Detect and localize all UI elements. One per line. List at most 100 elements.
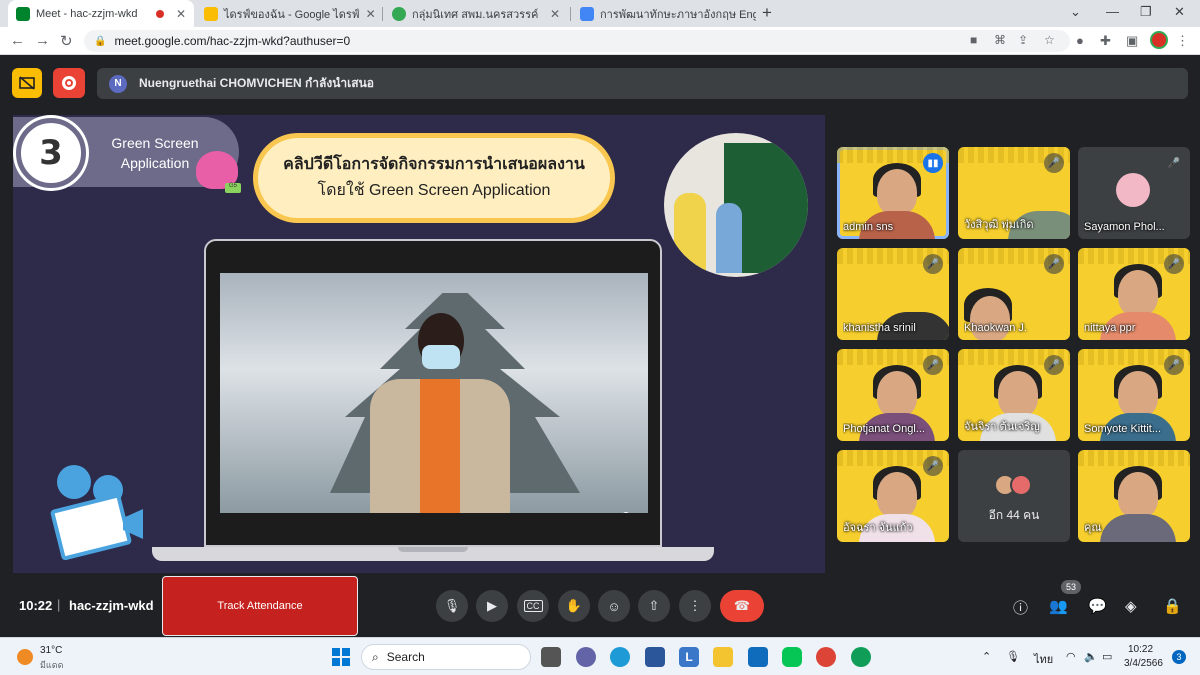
participant-tile[interactable]: ▮▮ admin sns (837, 147, 949, 239)
menu-kebab-icon[interactable]: ⋮ (1176, 33, 1189, 49)
l-app-icon[interactable]: L (679, 647, 699, 667)
more-participants-tile[interactable]: อีก 44 คน (958, 450, 1070, 542)
close-tab-icon[interactable]: ✕ (366, 7, 376, 21)
participant-name: Khaokwan J. (964, 322, 1027, 334)
task-view-icon[interactable] (541, 647, 561, 667)
taskbar-search[interactable]: ⌕ Search (361, 644, 531, 670)
participant-name: Sayamon Phol... (1084, 221, 1165, 233)
back-icon[interactable]: ← (10, 32, 25, 49)
participant-name: จันจิรา ต้นเจริญ (964, 421, 1040, 433)
reactions-button[interactable]: ☺ (598, 590, 630, 622)
address-bar[interactable]: 🔒 meet.google.com/hac-zzjm-wkd?authuser=… (84, 30, 1070, 52)
microphone-button[interactable]: 🎙 (436, 590, 468, 622)
teams-chat-icon[interactable] (576, 647, 596, 667)
clock-date[interactable]: 3/4/2566 (1124, 658, 1163, 669)
participant-name: nittaya ppr (1084, 322, 1136, 334)
host-controls-icon[interactable]: 🔒 (1163, 597, 1182, 615)
battery-icon[interactable]: ▭ (1102, 650, 1112, 663)
profile-icon[interactable] (1150, 31, 1168, 49)
close-window-icon[interactable]: ✕ (1174, 4, 1185, 20)
file-explorer-icon[interactable] (713, 647, 733, 667)
windows-taskbar: 31°C มีแดด ⌕ Search L ⌃ 🎙 ไทย ◠ 🔈 ▭ 10:2… (0, 637, 1200, 675)
sun-icon[interactable] (17, 649, 33, 665)
show-hidden-icons-icon[interactable]: ⌃ (982, 650, 991, 663)
restore-icon[interactable]: ❐ (1140, 4, 1152, 20)
new-tab-icon[interactable]: + (762, 3, 772, 23)
reload-icon[interactable]: ↻ (60, 32, 73, 50)
start-icon[interactable] (332, 648, 350, 666)
microphone-icon: 🎙 (443, 598, 461, 613)
weather-temperature[interactable]: 31°C (40, 645, 62, 656)
minimize-icon[interactable]: — (1106, 4, 1119, 19)
participant-name: วังสิวุฒิ พุ่มเกิด (964, 219, 1034, 231)
notification-badge[interactable]: 3 (1172, 650, 1186, 664)
present-screen-icon: ⇧ (648, 598, 660, 613)
recording-icon[interactable] (53, 68, 85, 98)
video-frame[interactable] (220, 273, 648, 513)
chat-icon[interactable]: 💬 (1088, 597, 1107, 615)
bookmark-star-icon[interactable]: ☆ (1044, 33, 1055, 47)
tab-meet[interactable]: Meet - hac-zzjm-wkd ✕ (8, 0, 194, 27)
clock-time[interactable]: 10:22 (1128, 644, 1153, 655)
language-indicator[interactable]: ไทย (1034, 650, 1053, 668)
participant-tile[interactable]: 🎤 nittaya ppr (1078, 248, 1190, 340)
tray-microphone-icon[interactable]: 🎙 (1006, 650, 1020, 663)
share-icon[interactable]: ⇪ (1018, 33, 1028, 47)
side-panel-icon[interactable]: ▣ (1126, 33, 1138, 49)
word-icon[interactable] (645, 647, 665, 667)
wifi-icon[interactable]: ◠ (1066, 650, 1076, 663)
people-icon[interactable]: 👥 (1049, 597, 1068, 615)
participant-tile[interactable]: 🎤 Somyote Kittit... (1078, 349, 1190, 441)
speaking-indicator-icon: ▮▮ (923, 153, 943, 173)
volume-icon[interactable]: 🔈 (1084, 650, 1098, 663)
close-tab-icon[interactable]: ✕ (550, 7, 560, 21)
participant-tile[interactable]: 🎤 จันจิรา ต้นเจริญ (958, 349, 1070, 441)
step-number: 3 (16, 118, 86, 188)
activities-icon[interactable]: ◈ (1125, 597, 1137, 615)
leave-call-button[interactable]: ☎ (720, 590, 764, 622)
track-attendance-button[interactable]: Track Attendance (162, 576, 358, 636)
mic-muted-icon: 🎤 (1044, 254, 1064, 274)
tab-search-icon[interactable]: ⌄ (1070, 4, 1081, 20)
more-options-button[interactable]: ⋮ (679, 590, 711, 622)
meeting-details-icon[interactable]: ⓘ (1013, 597, 1028, 618)
chrome-profile-icon[interactable] (851, 647, 871, 667)
captions-button[interactable]: CC (517, 590, 549, 622)
tab-supervision[interactable]: กลุ่มนิเทศ สพม.นครสวรรค์ ✕ (384, 0, 568, 27)
participant-tile[interactable]: 🎤 วังสิวุฒิ พุ่มเกิด (958, 147, 1070, 239)
weather-condition[interactable]: มีแดด (40, 658, 63, 672)
camera-icon[interactable]: ■ (970, 33, 977, 47)
close-tab-icon[interactable]: ✕ (176, 7, 186, 21)
slide-title: คลิปวีดีโอการจัดกิจกรรมการนำเสนอผลงาน โด… (253, 133, 615, 223)
camera-button[interactable]: ▶ (476, 590, 508, 622)
line-icon[interactable] (782, 647, 802, 667)
extension-avatar-icon[interactable]: ● (1076, 33, 1084, 48)
self-tile[interactable]: คุณ (1078, 450, 1190, 542)
video-scrubber[interactable] (622, 512, 630, 513)
present-button[interactable]: ⇧ (638, 590, 670, 622)
meeting-code: hac-zzjm-wkd (69, 598, 154, 613)
extensions-puzzle-icon[interactable]: ✚ (1100, 33, 1111, 49)
chrome-icon[interactable] (816, 647, 836, 667)
raise-hand-button[interactable]: ✋ (558, 590, 590, 622)
presentation-icon[interactable] (12, 68, 42, 98)
mail-icon[interactable] (748, 647, 768, 667)
participant-tile[interactable]: 🎤 อัจฉรา จันแก้ว (837, 450, 949, 542)
search-label: Search (386, 650, 425, 664)
meeting-separator: | (57, 597, 61, 612)
participant-tile[interactable]: 🎤 khanistha srinil (837, 248, 949, 340)
forward-icon[interactable]: → (35, 32, 50, 49)
tab-drive[interactable]: ไดรฟ์ของฉัน - Google ไดรฟ์ ✕ (196, 0, 380, 27)
presenter-video-person (370, 313, 510, 513)
participant-tile[interactable]: 🎤 Sayamon Phol... (1078, 147, 1190, 239)
more-vert-icon: ⋮ (688, 598, 702, 613)
tab-label: กลุ่มนิเทศ สพม.นครสวรรค์ (412, 8, 539, 21)
globe-favicon-icon (392, 6, 406, 21)
edge-icon[interactable] (610, 647, 630, 667)
tab-english[interactable]: การพัฒนาทักษะภาษาอังกฤษ English ✕ (572, 0, 756, 27)
participant-tile[interactable]: 🎤 Khaokwan J. (958, 248, 1070, 340)
participant-name: admin sns (843, 221, 894, 233)
participant-tile[interactable]: 🎤 Photjanat Ongl... (837, 349, 949, 441)
translate-icon[interactable]: ⌘ (994, 33, 1006, 47)
mic-muted-icon: 🎤 (923, 355, 943, 375)
